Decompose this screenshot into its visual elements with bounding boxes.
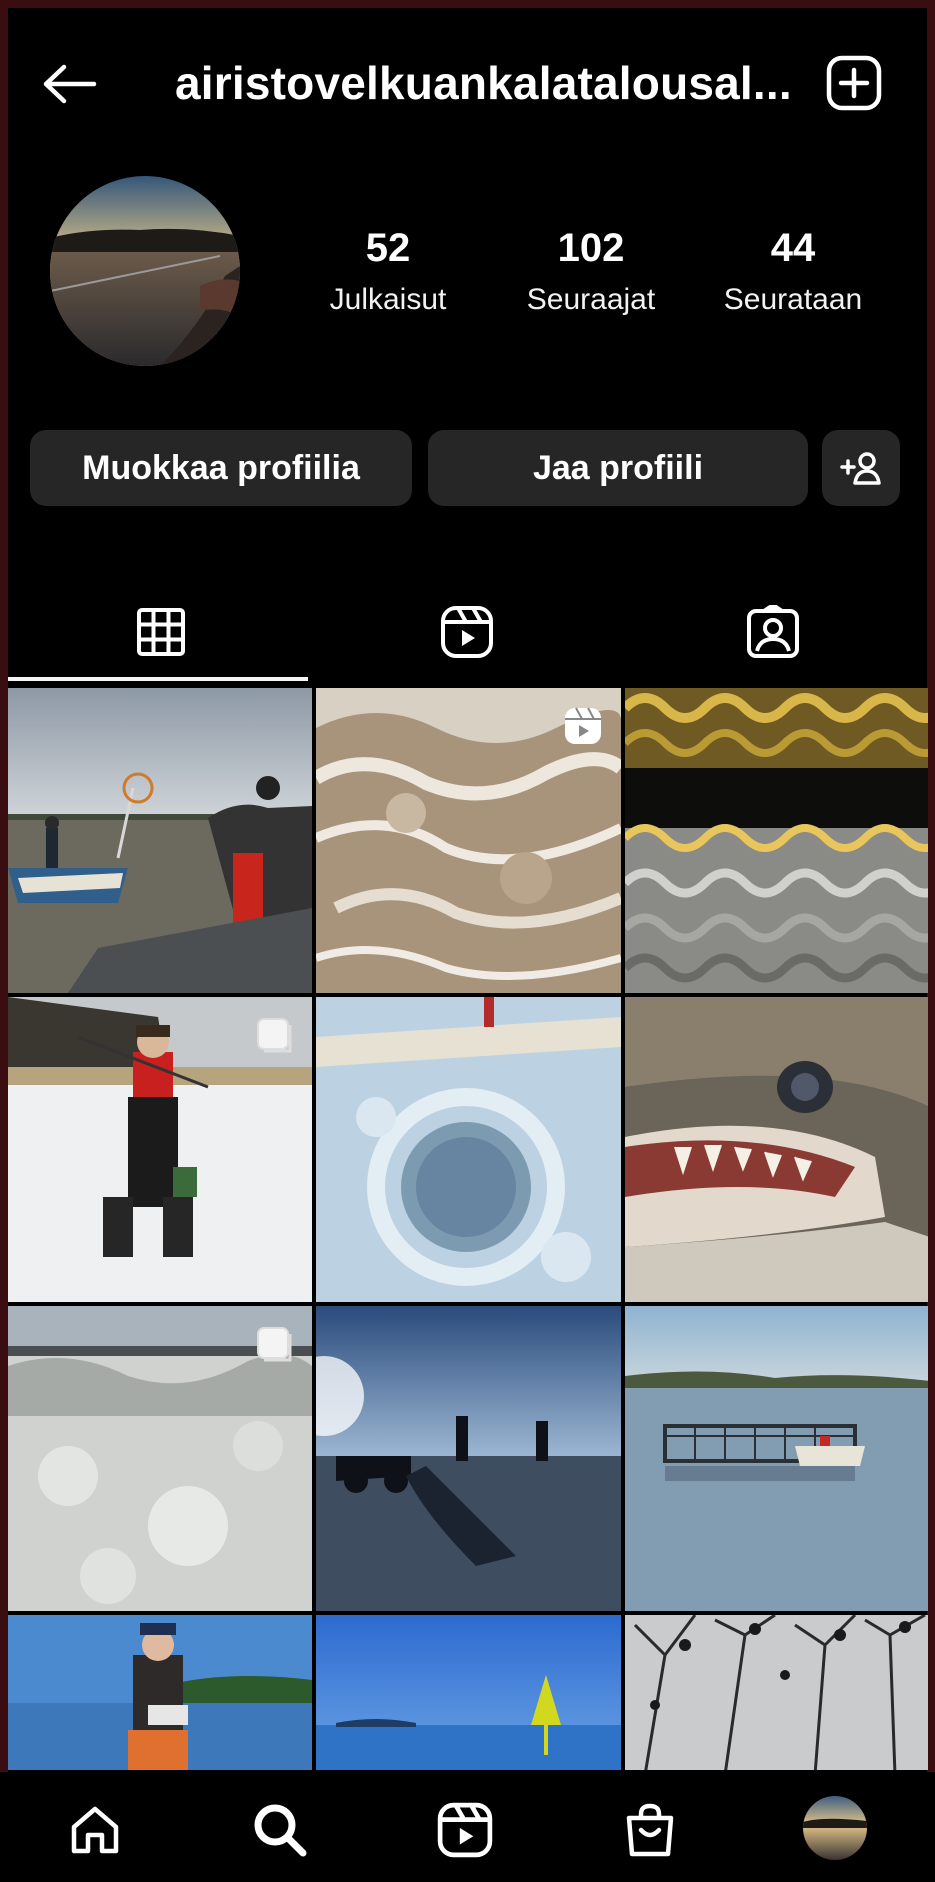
active-tab-indicator	[8, 677, 308, 681]
add-person-icon	[840, 452, 881, 485]
back-button[interactable]	[40, 54, 100, 114]
post-thumbnail[interactable]	[316, 688, 621, 993]
tab-reels[interactable]	[314, 582, 620, 682]
carousel-icon	[257, 1327, 292, 1362]
profile-header: airistovelkuankalatalousal...	[0, 30, 935, 130]
nav-shop[interactable]	[620, 1800, 680, 1860]
reels-icon	[565, 707, 601, 744]
share-profile-button[interactable]: Jaa profiili	[428, 430, 808, 506]
post-thumbnail[interactable]	[316, 997, 621, 1302]
following-count[interactable]: 44 Seurataan	[693, 226, 893, 317]
reels-icon	[441, 606, 493, 658]
stat-value: 52	[365, 226, 411, 270]
search-icon	[254, 1804, 307, 1857]
edit-profile-button[interactable]: Muokkaa profiilia	[30, 430, 412, 506]
posts-grid	[8, 688, 928, 1770]
post-thumbnail[interactable]	[316, 1615, 621, 1770]
plus-square-icon	[826, 55, 882, 111]
nav-search[interactable]	[250, 1800, 310, 1860]
followers-count[interactable]: 102 Seuraajat	[491, 226, 691, 317]
post-thumbnail[interactable]	[625, 1615, 928, 1770]
discover-people-button[interactable]	[822, 430, 900, 506]
stat-label: Julkaisut	[329, 283, 447, 316]
bottom-nav	[0, 1772, 935, 1882]
stat-value: 102	[557, 226, 625, 270]
grid-icon	[137, 608, 185, 656]
post-thumbnail[interactable]	[8, 1306, 312, 1611]
post-thumbnail[interactable]	[316, 1306, 621, 1611]
post-thumbnail[interactable]	[8, 1615, 312, 1770]
post-thumbnail[interactable]	[625, 997, 928, 1302]
nav-reels[interactable]	[435, 1800, 495, 1860]
nav-profile[interactable]	[803, 1796, 867, 1860]
tab-posts-grid[interactable]	[8, 582, 314, 682]
posts-count[interactable]: 52 Julkaisut	[288, 226, 488, 317]
stat-label: Seuraajat	[526, 283, 656, 316]
reels-icon	[437, 1802, 493, 1858]
profile-avatar	[803, 1796, 867, 1860]
post-thumbnail[interactable]	[625, 688, 928, 993]
stat-value: 44	[770, 226, 816, 270]
arrow-left-icon	[43, 64, 97, 104]
post-thumbnail[interactable]	[8, 997, 312, 1302]
profile-stats: 52 Julkaisut 102 Seuraajat 44 Seurataan	[300, 226, 900, 326]
profile-username: airistovelkuankalatalousal...	[175, 57, 792, 109]
shop-icon	[626, 1803, 674, 1857]
create-button[interactable]	[825, 54, 883, 112]
post-thumbnail[interactable]	[8, 688, 312, 993]
home-icon	[71, 1806, 119, 1854]
stat-label: Seurataan	[723, 283, 863, 316]
post-thumbnail[interactable]	[625, 1306, 928, 1611]
carousel-icon	[257, 1018, 292, 1053]
nav-home[interactable]	[65, 1800, 125, 1860]
tab-tagged[interactable]	[620, 582, 926, 682]
profile-tabs	[8, 582, 927, 682]
profile-avatar[interactable]	[50, 176, 240, 366]
tagged-icon	[747, 605, 799, 658]
